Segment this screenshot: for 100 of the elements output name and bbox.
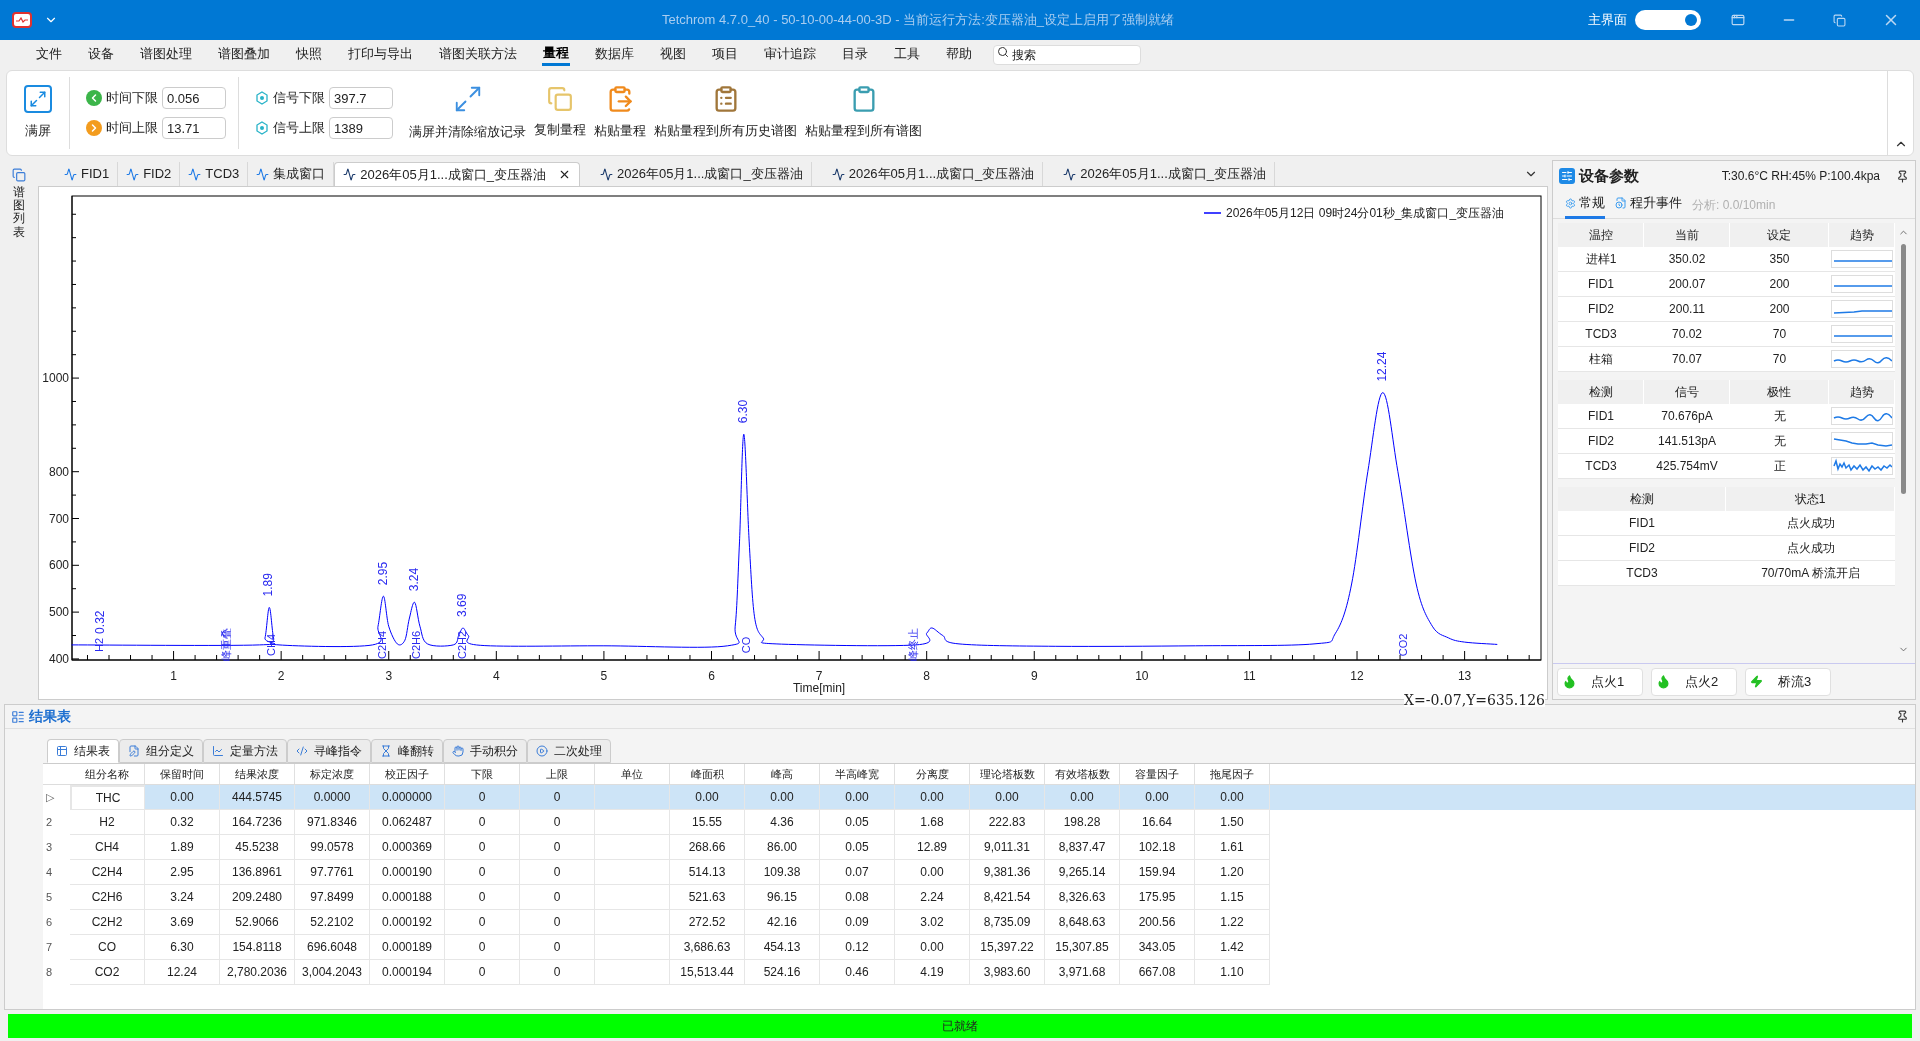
table-cell: 0.46	[820, 960, 895, 985]
results-tab[interactable]: 寻峰指令	[287, 739, 371, 763]
lightning-icon	[1750, 675, 1763, 688]
scrollbar-thumb[interactable]	[1900, 244, 1906, 494]
results-tab[interactable]: 二次处理	[527, 739, 611, 763]
toolbar-button[interactable]: 粘贴量程到所有历史谱图	[650, 75, 801, 151]
axis-tick-label: 11	[1243, 669, 1256, 683]
peak-time-label: 2.95	[375, 561, 390, 586]
menu-item[interactable]: 工具	[893, 42, 921, 66]
menu-item[interactable]: 视图	[659, 42, 687, 66]
status-bar: 已就绪	[8, 1013, 1912, 1038]
hand-icon	[452, 745, 464, 757]
table-cell-text: 70.07	[1671, 351, 1703, 368]
menu-item[interactable]: 目录	[841, 42, 869, 66]
table-cell: 0.000194	[370, 960, 445, 985]
hourglass-icon	[380, 745, 392, 757]
device-button[interactable]: 点火2	[1651, 667, 1737, 696]
peak-name-label: C2H4	[376, 630, 389, 659]
panel-layout-icon[interactable]	[1731, 13, 1745, 27]
peak-time-label: 12.24	[1375, 351, 1389, 382]
panel-tab[interactable]: 程升事件	[1615, 190, 1682, 219]
range-input[interactable]: 0.056	[162, 87, 226, 109]
column-header: 校正因子	[370, 764, 445, 784]
waveform-icon	[64, 167, 77, 181]
axis-tick-label: 6	[708, 669, 715, 683]
menu-item[interactable]: 打印与导出	[347, 42, 414, 66]
toolbar-button[interactable]: 粘贴量程到所有谱图	[801, 75, 926, 151]
table-cell-text: 点火成功	[1785, 515, 1836, 532]
column-header: 保留时间	[145, 764, 220, 784]
results-tab[interactable]: 手动积分	[443, 739, 527, 763]
table-cell: 4.19	[895, 960, 970, 985]
chart-tab[interactable]: 2026年05月1...成窗口_变压器油	[334, 162, 580, 186]
pin-icon[interactable]	[1896, 710, 1909, 723]
column-header: 下限	[445, 764, 520, 784]
table-cell: 524.16	[745, 960, 820, 985]
menu-item[interactable]: 谱图叠加	[217, 42, 271, 66]
column-header: 组分名称	[70, 764, 145, 784]
axis-tick-label: 1	[170, 669, 177, 683]
restore-icon[interactable]	[1833, 13, 1846, 27]
menu-item[interactable]: 审计追踪	[763, 42, 817, 66]
chart-list-icon[interactable]	[12, 168, 26, 182]
column-header: 峰面积	[670, 764, 745, 784]
toolbar-button[interactable]: 满屏并清除缩放记录	[405, 75, 530, 151]
signal-icon	[255, 121, 269, 135]
analysis-progress: 分析: 0.0/10min	[1692, 196, 1776, 214]
fullscreen-button[interactable]: 满屏	[7, 75, 69, 151]
waveform-icon	[600, 167, 613, 181]
table-cell: THC	[70, 785, 145, 810]
axis-tick-label: 8	[923, 669, 930, 683]
panel-tab[interactable]: 常规	[1565, 190, 1605, 219]
environment-readout: T:30.6°C RH:45% P:100.4kpa	[1721, 168, 1880, 185]
table-cell-text: 70.676pA	[1660, 408, 1714, 425]
toolbar-button[interactable]: 粘贴量程	[590, 75, 650, 151]
menu-item[interactable]: 谱图处理	[139, 42, 193, 66]
menu-item[interactable]: 帮助	[945, 42, 973, 66]
column-header: 有效塔板数	[1045, 764, 1120, 784]
menu-item[interactable]: 项目	[711, 42, 739, 66]
search-field[interactable]: 搜索	[993, 45, 1141, 65]
axis-tick-label: 13	[1457, 669, 1472, 683]
results-tab[interactable]: 峰翻转	[371, 739, 443, 763]
device-button[interactable]: 桥流3	[1745, 667, 1831, 696]
table-cell-text: 70/70mA 桥流开启	[1760, 565, 1861, 582]
table-cell: 15,513.44	[670, 960, 745, 985]
table-cell-text: 350.02	[1667, 251, 1707, 268]
results-tab[interactable]: 组分定义	[119, 739, 203, 763]
axis-tick-label: 4	[493, 669, 500, 683]
menu-item[interactable]: 数据库	[594, 42, 635, 66]
menu-item[interactable]: 谱图关联方法	[438, 42, 518, 66]
range-input[interactable]: 13.71	[162, 117, 226, 139]
panel-title: 设备参数	[1579, 165, 1639, 186]
menu-item[interactable]: 快照	[295, 42, 323, 66]
table-row[interactable]: ▷ THC 0.00 444.5745 0.0000 0.000000 0 0 0.00 0.00 0.00 0.00 0.00 0.00 0.00 0.00	[43, 785, 1915, 810]
gear-icon	[1565, 197, 1576, 209]
table-cell: 3,983.60	[970, 960, 1045, 985]
table-cell: 3,004.2043	[295, 960, 370, 985]
peak-time-label: 1.89	[261, 573, 276, 597]
table-cell-text: FID2	[1587, 433, 1615, 450]
flame-icon	[1562, 674, 1577, 689]
device-button[interactable]: 点火1	[1557, 667, 1643, 696]
column-header: 半高峰宽	[820, 764, 895, 784]
panel-title: 结果表	[29, 707, 71, 726]
axis-tick-label: 500	[48, 605, 69, 620]
peak-time-label: 6.30	[735, 399, 750, 424]
column-header: 拖尾因子	[1195, 764, 1270, 784]
toolbar-button[interactable]: 复制量程	[530, 75, 590, 151]
code-icon	[296, 745, 308, 757]
results-tab[interactable]: 定量方法	[203, 739, 287, 763]
menu-item[interactable]: 量程	[542, 42, 570, 66]
close-icon[interactable]	[558, 168, 571, 181]
range-input[interactable]: 1389	[329, 117, 393, 139]
main-view-toggle[interactable]	[1635, 10, 1701, 30]
schedule-icon	[1615, 197, 1627, 209]
results-tab[interactable]: 结果表	[47, 739, 119, 763]
side-panel-label[interactable]: 谱图列表	[13, 186, 25, 239]
menu-item[interactable]: 设备	[87, 42, 115, 66]
pin-icon[interactable]	[1896, 169, 1909, 183]
menu-item[interactable]: 文件	[35, 42, 63, 66]
table-cell-text: 200	[1768, 301, 1791, 318]
range-input[interactable]: 397.7	[329, 87, 393, 109]
chart-icon	[212, 745, 224, 757]
